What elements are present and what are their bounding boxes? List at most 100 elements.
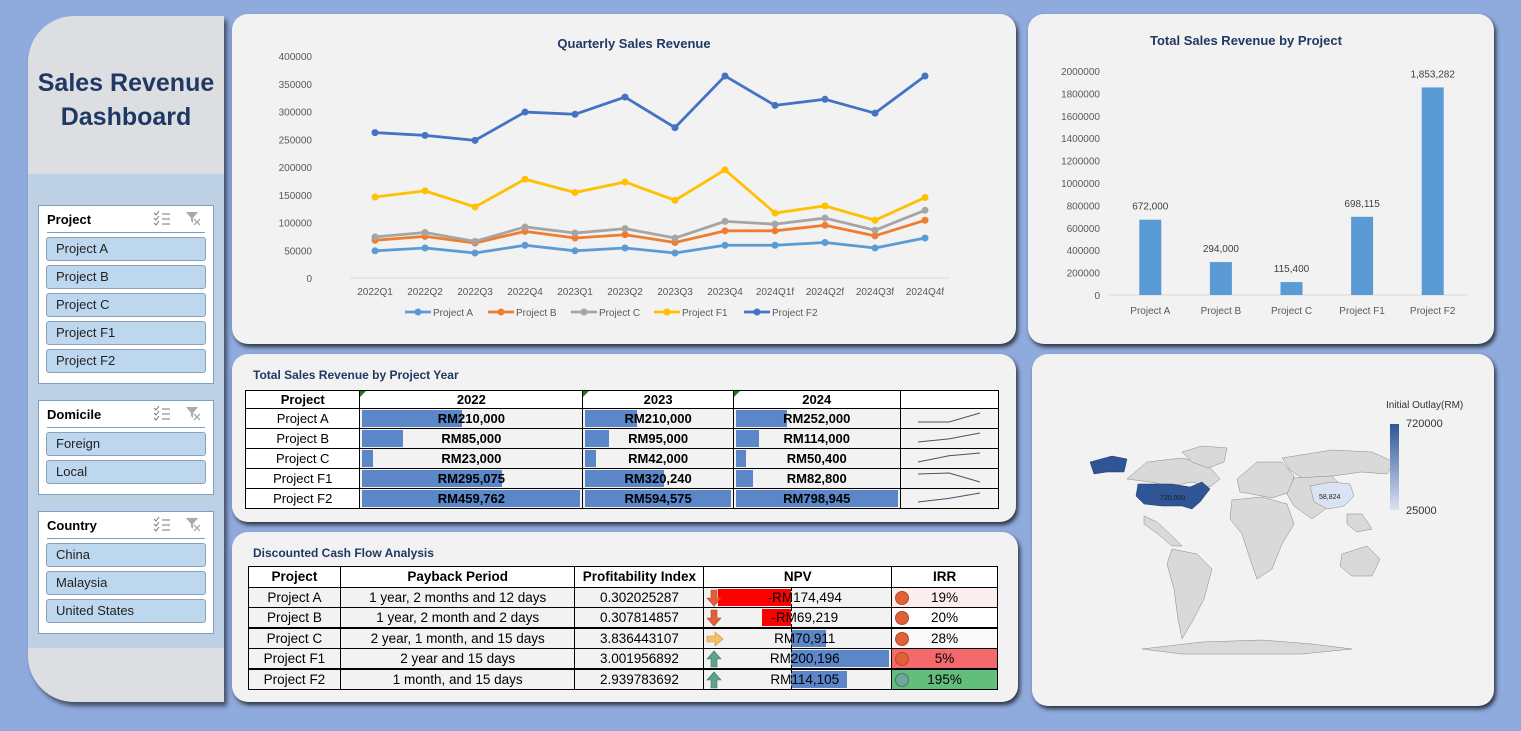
bar-data-label: 672,000 xyxy=(1132,202,1169,213)
npv-cell: -RM69,219 xyxy=(703,607,893,629)
y-tick-label: 1200000 xyxy=(1061,157,1100,168)
sparkline-line xyxy=(918,492,981,503)
x-tick-label: 2022Q3 xyxy=(457,287,493,298)
slicer-item-united-states[interactable]: United States xyxy=(46,599,206,623)
cell-comment-flag xyxy=(583,391,590,397)
slicer-item-project-f2[interactable]: Project F2 xyxy=(46,349,206,373)
clear-filter-icon[interactable] xyxy=(185,516,201,532)
legend-label: Project B xyxy=(516,308,557,319)
slicer-item-foreign[interactable]: Foreign xyxy=(46,432,206,456)
data-point xyxy=(771,209,779,217)
revenue-cell: RM95,000 xyxy=(582,428,734,449)
data-point xyxy=(471,136,479,144)
line-chart-title: Quarterly Sales Revenue xyxy=(557,36,710,51)
data-point xyxy=(721,241,729,249)
data-point xyxy=(571,229,579,237)
irr-value: 19% xyxy=(931,589,959,605)
slicer-item-project-c[interactable]: Project C xyxy=(46,293,206,317)
cell-comment-flag xyxy=(733,391,740,397)
map-legend-title: Initial Outlay(RM) xyxy=(1386,400,1464,411)
sparkline xyxy=(918,452,981,463)
data-point xyxy=(521,223,529,231)
slicer-item-project-f1[interactable]: Project F1 xyxy=(46,321,206,345)
npv-axis xyxy=(791,670,793,689)
multi-select-icon[interactable] xyxy=(153,210,171,226)
sparkline-line xyxy=(918,452,981,463)
data-point xyxy=(371,247,379,255)
bar xyxy=(1209,262,1232,295)
revenue-cell: RM85,000 xyxy=(359,428,584,449)
npv-cell: RM70,911 xyxy=(703,627,893,649)
revenue-cell: RM594,575 xyxy=(582,488,734,509)
npv-cell: -RM174,494 xyxy=(703,586,893,608)
cell-comment-flag xyxy=(360,391,367,397)
data-point xyxy=(571,189,579,197)
slicer-domicile: Domicile Foreign Local xyxy=(38,400,214,495)
slicer-items: Project A Project B Project C Project F1 Pro… xyxy=(39,233,213,383)
data-point xyxy=(371,129,379,137)
sparkline-cell xyxy=(899,408,1000,429)
data-bar xyxy=(735,410,788,427)
x-tick-label: 2023Q1 xyxy=(557,287,593,298)
data-point xyxy=(871,244,879,252)
npv-axis xyxy=(791,629,793,648)
x-tick-label: Project A xyxy=(1130,306,1170,317)
slicer-item-local[interactable]: Local xyxy=(46,460,206,484)
revenue-cell: RM210,000 xyxy=(582,408,734,429)
slicer-item-project-b[interactable]: Project B xyxy=(46,265,206,289)
dcf-row: Project F1 2 year and 15 days 3.001956892 R… xyxy=(248,648,998,670)
revenue-value: RM594,575 xyxy=(624,491,692,506)
slicer-title: Domicile xyxy=(47,407,102,422)
data-point xyxy=(871,216,879,224)
clear-filter-icon[interactable] xyxy=(185,210,201,226)
npv-value: RM114,105 xyxy=(770,672,840,687)
revenue-cell: RM798,945 xyxy=(732,488,901,509)
slicer-item-project-a[interactable]: Project A xyxy=(46,237,206,261)
bar xyxy=(1280,282,1303,295)
data-point xyxy=(821,214,829,222)
y-tick-label: 1600000 xyxy=(1061,112,1100,123)
y-tick-label: 400000 xyxy=(279,52,313,63)
sparkline-cell xyxy=(899,448,1000,469)
irr-cell: 195% xyxy=(891,668,998,690)
map-label-china: 58,824 xyxy=(1319,494,1341,501)
series-line xyxy=(374,74,926,142)
year-table-row: Project B RM85,000 RM95,000 RM114,000 xyxy=(244,428,1000,449)
y-tick-label: 150000 xyxy=(279,191,313,202)
arrow-right-icon xyxy=(706,630,724,648)
total-sales-panel: Total Sales Revenue by Project 0 200000 400… xyxy=(1028,14,1494,344)
npv-axis xyxy=(791,587,793,607)
revenue-value: RM459,762 xyxy=(437,491,505,506)
series-project-b xyxy=(371,216,929,247)
irr-cell: 20% xyxy=(891,607,998,629)
red-circle-icon xyxy=(895,611,910,625)
year-table: Project 2022 2023 2024 Project A RM210,000 RM… xyxy=(244,390,1000,509)
x-tick-label: 2022Q1 xyxy=(357,287,393,298)
npv-value: -RM174,494 xyxy=(767,589,842,605)
y-tick-label: 800000 xyxy=(1067,201,1101,212)
slicer-item-china[interactable]: China xyxy=(46,543,206,567)
clear-filter-icon[interactable] xyxy=(185,405,201,421)
slicer-item-malaysia[interactable]: Malaysia xyxy=(46,571,206,595)
revenue-value: RM210,000 xyxy=(437,411,505,426)
map-label-us: 720,000 xyxy=(1160,495,1185,502)
data-bar xyxy=(585,430,609,447)
y-tick-label: 200000 xyxy=(1067,269,1101,280)
sparkline xyxy=(918,412,981,423)
arrow-up-icon xyxy=(706,650,723,668)
multi-select-icon[interactable] xyxy=(153,516,171,532)
map-antarctica xyxy=(1141,639,1353,655)
data-point xyxy=(871,109,879,117)
data-point xyxy=(621,93,629,101)
bar xyxy=(1351,216,1374,295)
npv-value: -RM69,219 xyxy=(771,610,839,625)
project-cell: Project F1 xyxy=(248,648,341,670)
data-point xyxy=(471,249,479,257)
dcf-row: Project B1 year, 2 month and 2 days 0.307… xyxy=(248,607,998,629)
data-bar xyxy=(735,470,753,487)
irr-value: 195% xyxy=(927,672,962,687)
multi-select-icon[interactable] xyxy=(153,405,171,421)
year-table-title: Total Sales Revenue by Project Year xyxy=(253,368,459,382)
npv-cell: RM114,105 xyxy=(703,668,893,690)
sparkline-line xyxy=(918,472,981,483)
